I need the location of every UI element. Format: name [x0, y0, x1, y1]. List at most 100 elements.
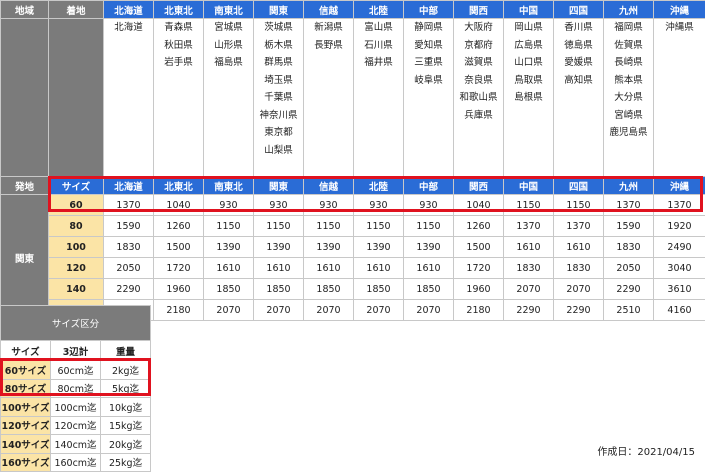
rate-cell: 2070: [354, 300, 404, 321]
prefecture-name: 千葉県: [254, 89, 303, 107]
prefecture-name: 鹿児島県: [604, 124, 653, 142]
rate-cell: 1610: [554, 237, 604, 258]
rate-cell: 1370: [554, 216, 604, 237]
region-header-cell: 沖縄: [654, 1, 705, 19]
dimension-cell: 80cm迄: [51, 379, 101, 398]
rate-cell: 930: [254, 195, 304, 216]
prefecture-name: 香川県: [554, 19, 603, 37]
prefecture-name: 青森県: [154, 19, 203, 37]
rate-cell: 1370: [604, 195, 654, 216]
rate-region-header-cell: 南東北: [204, 177, 254, 195]
prefecture-cell: 北海道: [104, 19, 154, 177]
prefecture-name: 大阪府: [454, 19, 503, 37]
size-row: 160サイズ160cm迄25kg迄: [1, 453, 151, 472]
created-date: 作成日：2021/04/15: [597, 443, 695, 458]
size-name-cell: 60サイズ: [1, 361, 51, 380]
region-header-cell: 北海道: [104, 1, 154, 19]
rate-region-header-cell: 関東: [254, 177, 304, 195]
prefecture-name: 福島県: [204, 54, 253, 72]
weight-cell: 5kg迄: [101, 379, 151, 398]
rate-cell: 1960: [154, 279, 204, 300]
region-header-cell: 信越: [304, 1, 354, 19]
size-name-cell: 140サイズ: [1, 435, 51, 454]
rate-cell: 2070: [554, 279, 604, 300]
region-header-row: 地域 着地 北海道北東北南東北関東信越北陸中部関西中国四国九州沖縄: [1, 1, 705, 19]
rate-cell: 1830: [554, 258, 604, 279]
rate-cell: 1150: [304, 216, 354, 237]
prefecture-cell: 新潟県長野県: [304, 19, 354, 177]
prefecture-name: 京都府: [454, 37, 503, 55]
rate-table: 地域 着地 北海道北東北南東北関東信越北陸中部関西中国四国九州沖縄 北海道青森県…: [0, 0, 705, 321]
prefecture-name: 滋賀県: [454, 54, 503, 72]
rate-cell: 1830: [604, 237, 654, 258]
prefecture-name: 長野県: [304, 37, 353, 55]
prefecture-cell: 香川県徳島県愛媛県高知県: [554, 19, 604, 177]
rate-cell: 930: [354, 195, 404, 216]
rate-row: 1001830150013901390139013901390150016101…: [1, 237, 705, 258]
rate-row: 1402290196018501850185018501850196020702…: [1, 279, 705, 300]
prefecture-cell: 宮城県山形県福島県: [204, 19, 254, 177]
weight-cell: 15kg迄: [101, 416, 151, 435]
region-header-cell: 九州: [604, 1, 654, 19]
rate-cell: 1610: [404, 258, 454, 279]
prefecture-name: 奈良県: [454, 72, 503, 90]
rate-cell: 2070: [404, 300, 454, 321]
rate-cell: 1370: [654, 195, 705, 216]
dimension-header: 3辺計: [51, 341, 101, 361]
prefecture-name: 福井県: [354, 54, 403, 72]
size-table-title-row: サイズ区分: [1, 306, 151, 341]
prefecture-name: 和歌山県: [454, 89, 503, 107]
prefecture-name: 山口県: [504, 54, 553, 72]
rate-cell: 1720: [154, 258, 204, 279]
prefecture-name: 栃木県: [254, 37, 303, 55]
prefecture-name: 宮城県: [204, 19, 253, 37]
rate-cell: 1850: [204, 279, 254, 300]
size-table-header-row: サイズ 3辺計 重量: [1, 341, 151, 361]
prefecture-name: 愛媛県: [554, 54, 603, 72]
rate-cell: 1150: [204, 216, 254, 237]
rate-cell: 2290: [554, 300, 604, 321]
rate-cell: 1040: [154, 195, 204, 216]
rate-cell: 3610: [654, 279, 705, 300]
rate-cell: 1150: [404, 216, 454, 237]
rate-cell: 1150: [354, 216, 404, 237]
rate-cell: 4160: [654, 300, 705, 321]
rate-cell: 2050: [104, 258, 154, 279]
size-name-cell: 160サイズ: [1, 453, 51, 472]
rate-cell: 1150: [554, 195, 604, 216]
rate-cell: 2490: [654, 237, 705, 258]
size-row: 60サイズ60cm迄2kg迄: [1, 361, 151, 380]
size-label: サイズ: [49, 177, 104, 195]
rate-cell: 1850: [404, 279, 454, 300]
prefecture-name: 茨城県: [254, 19, 303, 37]
rate-region-header-cell: 四国: [554, 177, 604, 195]
rate-cell: 1150: [254, 216, 304, 237]
prefecture-cell: 茨城県栃木県群馬県埼玉県千葉県神奈川県東京都山梨県: [254, 19, 304, 177]
rate-cell: 1390: [304, 237, 354, 258]
rate-cell: 1610: [504, 237, 554, 258]
size-cell: 80: [49, 216, 104, 237]
rate-cell: 1040: [454, 195, 504, 216]
prefecture-name: 山梨県: [254, 142, 303, 160]
prefecture-name: 愛知県: [404, 37, 453, 55]
rate-cell: 930: [404, 195, 454, 216]
region-label: 地域: [1, 1, 49, 19]
dimension-cell: 60cm迄: [51, 361, 101, 380]
prefecture-name: 徳島県: [554, 37, 603, 55]
rate-cell: 1960: [454, 279, 504, 300]
rate-cell: 1590: [104, 216, 154, 237]
rate-cell: 1150: [504, 195, 554, 216]
rate-region-header-cell: 九州: [604, 177, 654, 195]
prefecture-cell: 岡山県広島県山口県鳥取県島根県: [504, 19, 554, 177]
rate-cell: 1260: [454, 216, 504, 237]
destination-label: 着地: [49, 1, 104, 19]
prefecture-row: 北海道青森県秋田県岩手県宮城県山形県福島県茨城県栃木県群馬県埼玉県千葉県神奈川県…: [1, 19, 705, 177]
prefecture-name: 佐賀県: [604, 37, 653, 55]
rate-region-header-cell: 北東北: [154, 177, 204, 195]
prefecture-name: 北海道: [104, 19, 153, 37]
region-header-cell: 南東北: [204, 1, 254, 19]
blank-cell: [49, 19, 104, 177]
prefecture-name: 新潟県: [304, 19, 353, 37]
region-header-cell: 関西: [454, 1, 504, 19]
prefecture-name: 富山県: [354, 19, 403, 37]
